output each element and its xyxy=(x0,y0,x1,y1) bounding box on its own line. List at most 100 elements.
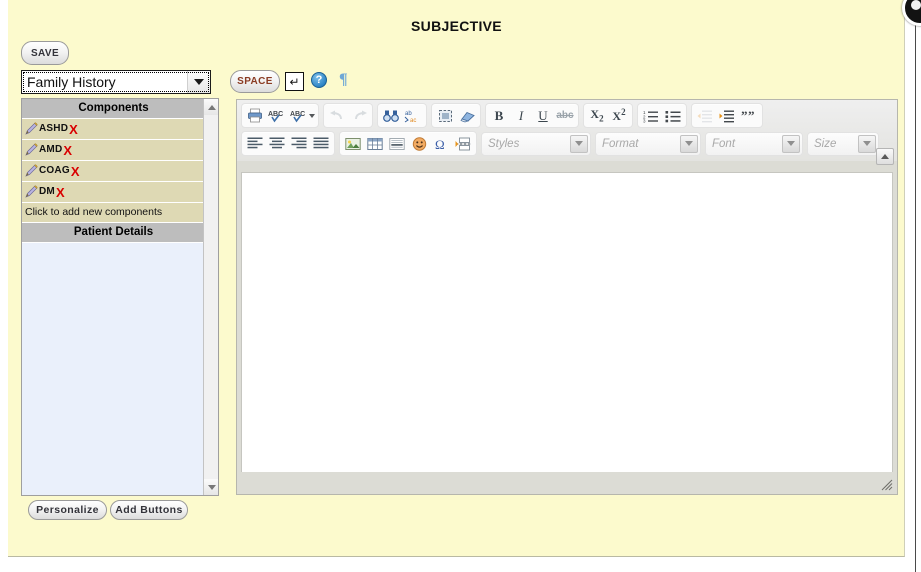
print-icon[interactable] xyxy=(244,105,266,126)
pilcrow-icon[interactable]: ¶ xyxy=(339,71,348,89)
editor-toolbar: ABC ABC ab ac B I U abc X2 X2 1 2 3 ” ” … xyxy=(237,100,897,165)
scroll-up-icon[interactable] xyxy=(204,99,218,115)
cursor-blob-highlight xyxy=(911,0,921,10)
screen: SUBJECTIVE SAVE Family History SPACE ↵ ?… xyxy=(0,0,921,572)
toolbar-group-align xyxy=(241,131,335,156)
svg-text:ab: ab xyxy=(405,111,412,117)
personalize-button[interactable]: Personalize xyxy=(28,500,107,520)
size-dropdown[interactable]: Size xyxy=(807,131,879,156)
toolbar-group-history xyxy=(323,103,373,128)
add-component-link[interactable]: Click to add new components xyxy=(22,203,205,223)
svg-text:ABC: ABC xyxy=(268,111,283,118)
size-dropdown-label: Size xyxy=(814,137,837,150)
align-justify-button[interactable] xyxy=(310,133,332,154)
add-buttons-button[interactable]: Add Buttons xyxy=(110,500,188,520)
redo-icon[interactable] xyxy=(348,105,370,126)
component-label: AMD xyxy=(39,144,63,155)
chevron-down-icon xyxy=(782,134,800,153)
svg-text:”: ” xyxy=(741,109,748,123)
delete-icon[interactable]: X xyxy=(63,144,72,157)
svg-text:ABC: ABC xyxy=(290,111,305,118)
toolbar-group-insert: Ω xyxy=(339,131,477,156)
toolbar-group-find: ab ac xyxy=(377,103,427,128)
page-break-icon[interactable] xyxy=(452,133,474,154)
svg-text:ac: ac xyxy=(410,118,416,123)
page-surface: SUBJECTIVE SAVE Family History SPACE ↵ ?… xyxy=(8,0,905,557)
format-dropdown[interactable]: Format xyxy=(595,131,701,156)
strikethrough-button[interactable]: abc xyxy=(554,105,576,126)
superscript-button[interactable]: X2 xyxy=(608,105,630,126)
italic-button[interactable]: I xyxy=(510,105,532,126)
spellcheck-icon[interactable]: ABC xyxy=(266,105,288,126)
save-button[interactable]: SAVE xyxy=(21,41,69,65)
subscript-glyph: X2 xyxy=(590,107,604,124)
page-title: SUBJECTIVE xyxy=(411,18,502,34)
pencil-icon[interactable] xyxy=(24,143,38,157)
pencil-icon[interactable] xyxy=(24,122,38,136)
replace-icon[interactable]: ab ac xyxy=(402,105,424,126)
svg-text:3: 3 xyxy=(643,118,646,123)
insert-image-icon[interactable] xyxy=(342,133,364,154)
list-item[interactable]: ASHD X xyxy=(22,119,205,140)
smiley-icon[interactable] xyxy=(408,133,430,154)
right-margin xyxy=(905,0,914,572)
delete-icon[interactable]: X xyxy=(56,186,65,199)
pencil-icon[interactable] xyxy=(24,164,38,178)
align-center-button[interactable] xyxy=(266,133,288,154)
collapse-toolbar-button[interactable] xyxy=(876,148,894,165)
align-right-button[interactable] xyxy=(288,133,310,154)
page-bottom-margin xyxy=(8,557,905,572)
find-icon[interactable] xyxy=(380,105,402,126)
styles-dropdown[interactable]: Styles xyxy=(481,131,591,156)
horizontal-rule-icon[interactable] xyxy=(386,133,408,154)
rich-text-editor: ABC ABC ab ac B I U abc X2 X2 1 2 3 ” ” … xyxy=(236,99,898,495)
components-header: Components xyxy=(22,99,205,119)
font-dropdown[interactable]: Font xyxy=(705,131,803,156)
outdent-button[interactable] xyxy=(694,105,716,126)
subscript-button[interactable]: X2 xyxy=(586,105,608,126)
font-dropdown-label: Font xyxy=(712,137,736,150)
undo-icon[interactable] xyxy=(326,105,348,126)
chevron-down-icon xyxy=(308,113,315,118)
insert-table-icon[interactable] xyxy=(364,133,386,154)
blockquote-button[interactable]: ” ” xyxy=(738,105,760,126)
help-icon[interactable]: ? xyxy=(311,72,327,88)
editor-content-area[interactable] xyxy=(241,172,893,473)
section-select-value: Family History xyxy=(27,74,116,90)
numbered-list-button[interactable]: 1 2 3 xyxy=(640,105,662,126)
special-character-icon[interactable]: Ω xyxy=(430,133,452,154)
component-label: DM xyxy=(39,186,55,197)
indent-button[interactable] xyxy=(716,105,738,126)
bulleted-list-button[interactable] xyxy=(662,105,684,126)
list-item[interactable]: COAG X xyxy=(22,161,205,182)
remove-format-icon[interactable] xyxy=(456,105,478,126)
components-list: Components ASHD X AMD X COAG X DM X Clic… xyxy=(22,99,205,495)
scroll-down-icon[interactable] xyxy=(204,479,218,495)
svg-text:”: ” xyxy=(748,109,755,123)
chevron-down-icon[interactable] xyxy=(187,71,210,93)
space-button[interactable]: SPACE xyxy=(230,70,280,93)
components-panel: Components ASHD X AMD X COAG X DM X Clic… xyxy=(21,98,219,496)
resize-grip-icon[interactable] xyxy=(880,478,893,491)
spellcheck-options-icon[interactable]: ABC xyxy=(288,105,316,126)
enter-key-icon[interactable]: ↵ xyxy=(285,72,304,91)
align-left-button[interactable] xyxy=(244,133,266,154)
section-select[interactable]: Family History xyxy=(21,70,211,94)
underline-glyph: U xyxy=(538,107,548,123)
format-dropdown-label: Format xyxy=(602,137,639,150)
delete-icon[interactable]: X xyxy=(69,123,78,136)
delete-icon[interactable]: X xyxy=(71,165,80,178)
bold-button[interactable]: B xyxy=(488,105,510,126)
list-item[interactable]: DM X xyxy=(22,182,205,203)
pencil-icon[interactable] xyxy=(24,185,38,199)
svg-text:Ω: Ω xyxy=(435,137,445,151)
select-all-icon[interactable] xyxy=(434,105,456,126)
underline-button[interactable]: U xyxy=(532,105,554,126)
window-edge-fill xyxy=(916,8,921,572)
toolbar-group-basic-styles: B I U abc xyxy=(485,103,579,128)
components-scrollbar[interactable] xyxy=(203,99,218,495)
toolbar-group-indent: ” ” xyxy=(691,103,763,128)
italic-glyph: I xyxy=(518,107,524,123)
toolbar-group-selection xyxy=(431,103,481,128)
list-item[interactable]: AMD X xyxy=(22,140,205,161)
